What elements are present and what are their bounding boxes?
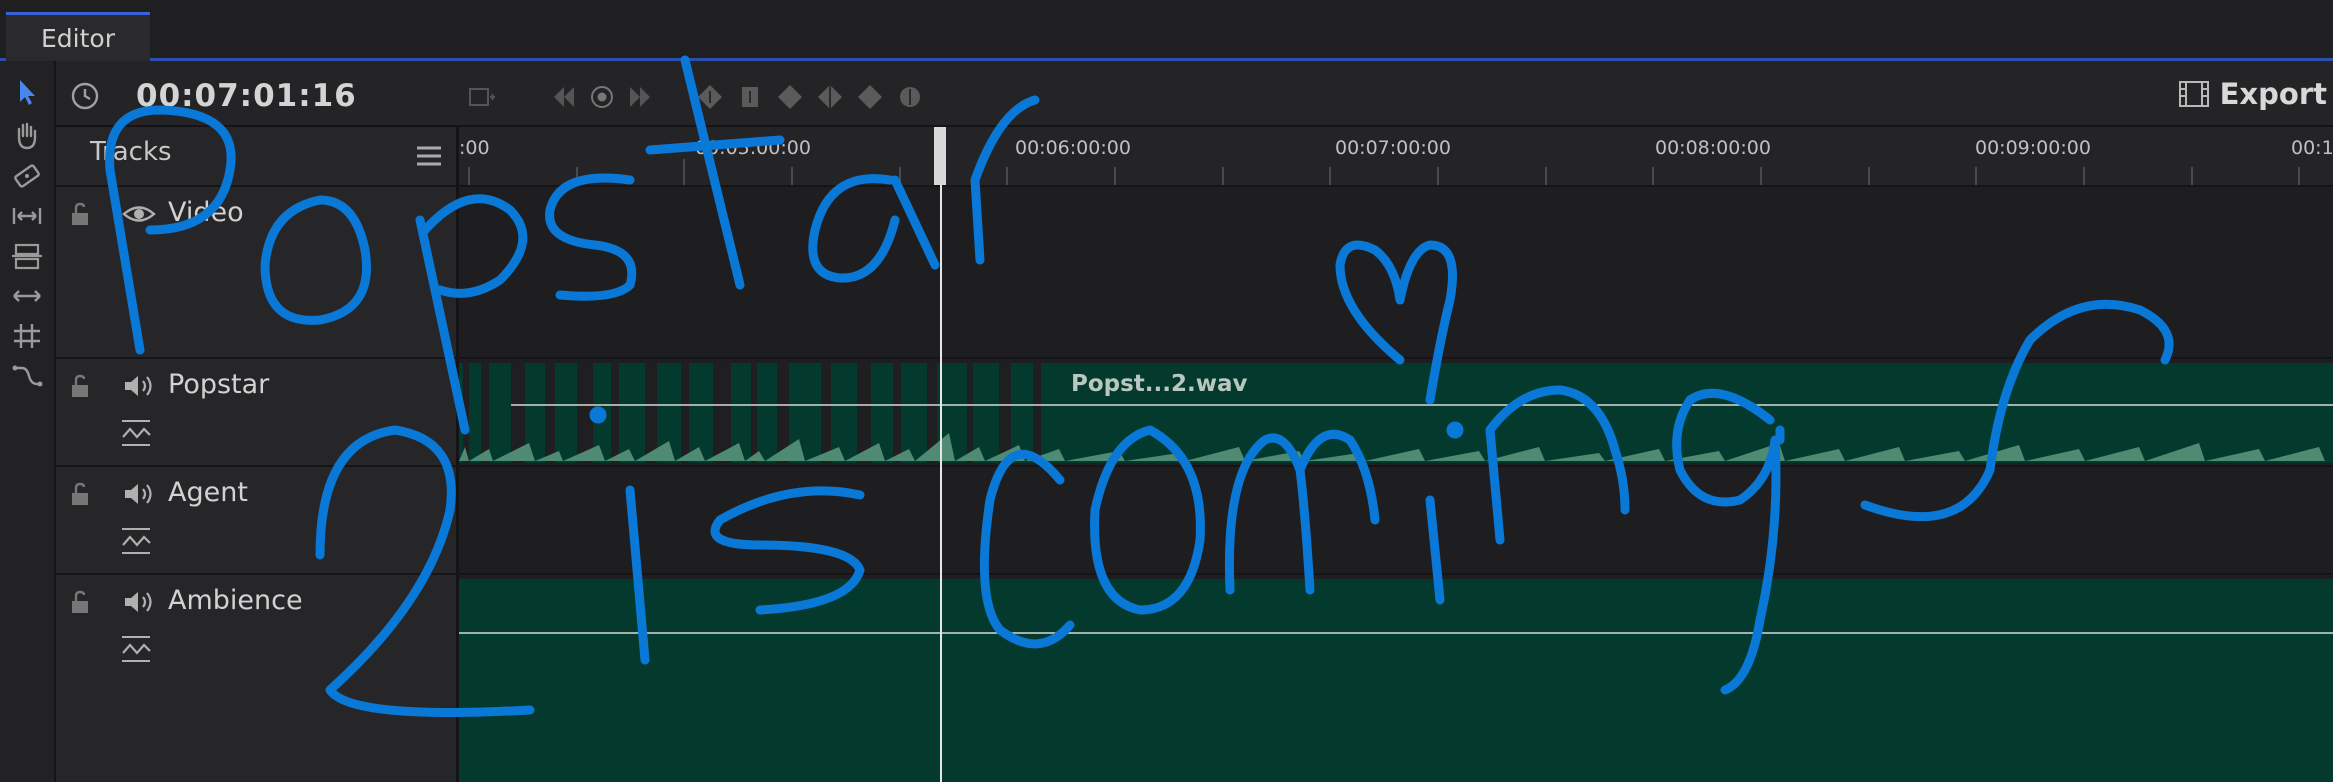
ruler-label: 00:05:00:00 <box>695 137 811 159</box>
tab-bar: Editor <box>0 0 2333 61</box>
ruler-label: :00 <box>459 137 490 159</box>
ripple-icon[interactable] <box>10 239 44 273</box>
envelope-icon[interactable] <box>120 417 152 449</box>
ruler-label: 00:08:00:00 <box>1655 137 1771 159</box>
menu-icon[interactable] <box>414 143 444 169</box>
roll-icon[interactable] <box>10 319 44 353</box>
lane-video[interactable] <box>459 187 2333 359</box>
add-track-icon[interactable] <box>468 83 496 111</box>
track-name-agent: Agent <box>168 477 248 508</box>
keyframe-ease-icon[interactable] <box>816 83 844 111</box>
playhead[interactable] <box>940 127 942 782</box>
tool-palette <box>0 61 56 782</box>
tracks-title: Tracks <box>90 137 172 167</box>
track-name-popstar: Popstar <box>168 369 270 400</box>
keyframe-auto-icon[interactable] <box>896 83 924 111</box>
record-marker-icon[interactable] <box>588 83 616 111</box>
lane-ambience[interactable] <box>459 575 2333 782</box>
track-name-ambience: Ambience <box>168 585 303 616</box>
tracks-panel: Tracks Video Popstar Agent Ambience <box>56 127 459 782</box>
ruler-label: 00:07:00:00 <box>1335 137 1451 159</box>
select-arrow-icon[interactable] <box>10 75 44 109</box>
unlock-icon[interactable] <box>68 201 94 227</box>
lane-agent[interactable] <box>459 467 2333 575</box>
track-header-agent[interactable]: Agent <box>56 467 456 575</box>
speaker-icon[interactable] <box>122 479 156 509</box>
unlock-icon[interactable] <box>68 481 94 507</box>
ambience-volume-line <box>459 632 2333 634</box>
track-name-video: Video <box>168 197 244 228</box>
transport-bar: 00:07:01:16 Export <box>56 61 2333 127</box>
keyframe-linear-icon[interactable] <box>776 83 804 111</box>
stretch-icon[interactable] <box>10 279 44 313</box>
ruler-label: 00:09:00:00 <box>1975 137 2091 159</box>
track-header-ambience[interactable]: Ambience <box>56 575 456 782</box>
speaker-icon[interactable] <box>122 371 156 401</box>
track-header-video[interactable]: Video <box>56 187 456 359</box>
film-icon <box>2178 81 2209 107</box>
time-ruler[interactable]: :00 00:05:00:00 00:06:00:00 00:07:00:00 … <box>459 127 2333 187</box>
tab-editor[interactable]: Editor <box>6 12 150 61</box>
timeline[interactable]: :00 00:05:00:00 00:06:00:00 00:07:00:00 … <box>459 127 2333 782</box>
ruler-label: 00:06:00:00 <box>1015 137 1131 159</box>
keyframe-hold-icon[interactable] <box>736 83 764 111</box>
ambience-clip[interactable] <box>459 579 2333 782</box>
export-button[interactable]: Export <box>2178 77 2327 111</box>
lane-popstar[interactable]: Popst...2.wav <box>459 359 2333 467</box>
previous-marker-icon[interactable] <box>550 83 578 111</box>
slip-icon[interactable] <box>10 199 44 233</box>
eye-icon[interactable] <box>122 199 156 229</box>
tracks-header: Tracks <box>56 127 456 187</box>
razor-icon[interactable] <box>10 159 44 193</box>
curve-icon[interactable] <box>10 359 44 393</box>
playhead-handle[interactable] <box>934 127 946 185</box>
hand-icon[interactable] <box>10 119 44 153</box>
audio-clip[interactable]: Popst...2.wav <box>459 363 2333 463</box>
clip-name: Popst...2.wav <box>1071 371 1248 397</box>
envelope-icon[interactable] <box>120 633 152 665</box>
clock-icon <box>71 82 99 110</box>
next-marker-icon[interactable] <box>626 83 654 111</box>
unlock-icon[interactable] <box>68 373 94 399</box>
unlock-icon[interactable] <box>68 589 94 615</box>
envelope-icon[interactable] <box>120 525 152 557</box>
export-label: Export <box>2219 77 2327 111</box>
speaker-icon[interactable] <box>122 587 156 617</box>
ruler-label: 00:1 <box>2291 137 2333 159</box>
track-header-popstar[interactable]: Popstar <box>56 359 456 467</box>
waveform <box>459 363 2333 463</box>
keyframe-add-icon[interactable] <box>696 83 724 111</box>
timecode-display: 00:07:01:16 <box>136 78 357 114</box>
keyframe-smooth-icon[interactable] <box>856 83 884 111</box>
